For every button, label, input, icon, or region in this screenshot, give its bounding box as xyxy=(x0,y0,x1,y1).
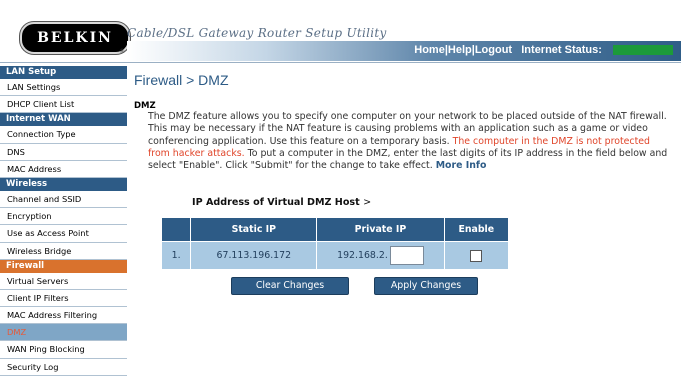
more-info-link[interactable]: More Info xyxy=(436,160,487,171)
top-nav-bar: Home|Help|Logout Internet Status: xyxy=(127,41,681,61)
sidebar-section-lan-setup: LAN Setup xyxy=(0,66,127,79)
private-ip-wrap: 192.168.2. xyxy=(337,246,424,265)
index-header xyxy=(160,217,192,242)
dmz-host-label: IP Address of Virtual DMZ Host > xyxy=(192,197,371,208)
static-ip-header: Static IP xyxy=(190,217,318,242)
sidebar-item-lan-settings[interactable]: LAN Settings xyxy=(0,79,127,97)
sidebar-section-internet-wan: Internet WAN xyxy=(0,113,127,127)
sidebar-item-virtual-servers[interactable]: Virtual Servers xyxy=(0,272,127,290)
app-title: Cable/DSL Gateway Router Setup Utility xyxy=(127,26,387,40)
sidebar-item-client-ip-filters[interactable]: Client IP Filters xyxy=(0,289,127,308)
internet-status-indicator xyxy=(613,45,673,56)
sidebar-item-dns[interactable]: DNS xyxy=(0,143,127,161)
sidebar-item-mac-address[interactable]: MAC Address xyxy=(0,160,127,178)
row-index: 1. xyxy=(160,241,192,270)
sidebar-section-firewall: Firewall xyxy=(0,259,127,273)
sidebar-item-dmz[interactable]: DMZ xyxy=(0,324,127,342)
sidebar: LAN Setup LAN Settings DHCP Client List … xyxy=(0,66,127,376)
private-ip-input[interactable] xyxy=(389,246,424,265)
enable-checkbox[interactable] xyxy=(470,249,483,262)
home-link[interactable]: Home xyxy=(414,44,445,56)
private-ip-header: Private IP xyxy=(316,217,445,242)
dmz-table: Static IP Private IP Enable 1. 67.113.19… xyxy=(160,217,510,270)
internet-status-label: Internet Status: xyxy=(521,44,602,56)
sidebar-item-security-log[interactable]: Security Log xyxy=(0,358,127,376)
clear-changes-button[interactable]: Clear Changes xyxy=(231,277,349,295)
static-ip-value: 67.113.196.172 xyxy=(190,241,318,270)
table-row: 1. 67.113.196.172 192.168.2. xyxy=(160,241,510,270)
apply-changes-button[interactable]: Apply Changes xyxy=(374,277,478,295)
sidebar-item-access-point[interactable]: Use as Access Point xyxy=(0,225,127,243)
header: BELKIN ® Cable/DSL Gateway Router Setup … xyxy=(0,0,681,63)
help-link[interactable]: Help xyxy=(448,44,472,56)
private-ip-prefix: 192.168.2. xyxy=(337,250,388,261)
sidebar-item-dhcp-client-list[interactable]: DHCP Client List xyxy=(0,96,127,114)
enable-header: Enable xyxy=(443,217,510,242)
host-label-text: IP Address of Virtual DMZ Host xyxy=(192,197,360,208)
page-title: Firewall > DMZ xyxy=(134,72,229,88)
top-nav: Home|Help|Logout Internet Status: xyxy=(414,44,673,56)
sidebar-item-connection-type[interactable]: Connection Type xyxy=(0,126,127,144)
logout-link[interactable]: Logout xyxy=(475,44,512,56)
sidebar-section-wireless: Wireless xyxy=(0,177,127,191)
sidebar-item-channel-ssid[interactable]: Channel and SSID xyxy=(0,190,127,209)
sidebar-item-wireless-bridge[interactable]: Wireless Bridge xyxy=(0,242,127,260)
belkin-logo: BELKIN xyxy=(20,22,130,54)
section-label: DMZ xyxy=(134,101,156,111)
table-header-row: Static IP Private IP Enable xyxy=(160,217,510,242)
private-ip-cell: 192.168.2. xyxy=(316,241,445,270)
sidebar-item-encryption[interactable]: Encryption xyxy=(0,208,127,226)
sidebar-item-mac-address-filtering[interactable]: MAC Address Filtering xyxy=(0,307,127,325)
registered-mark: ® xyxy=(119,48,125,55)
sidebar-item-wan-ping-blocking[interactable]: WAN Ping Blocking xyxy=(0,341,127,359)
host-label-arrow: > xyxy=(363,197,372,208)
enable-cell xyxy=(443,241,510,270)
dmz-description: The DMZ feature allows you to specify on… xyxy=(148,111,668,172)
